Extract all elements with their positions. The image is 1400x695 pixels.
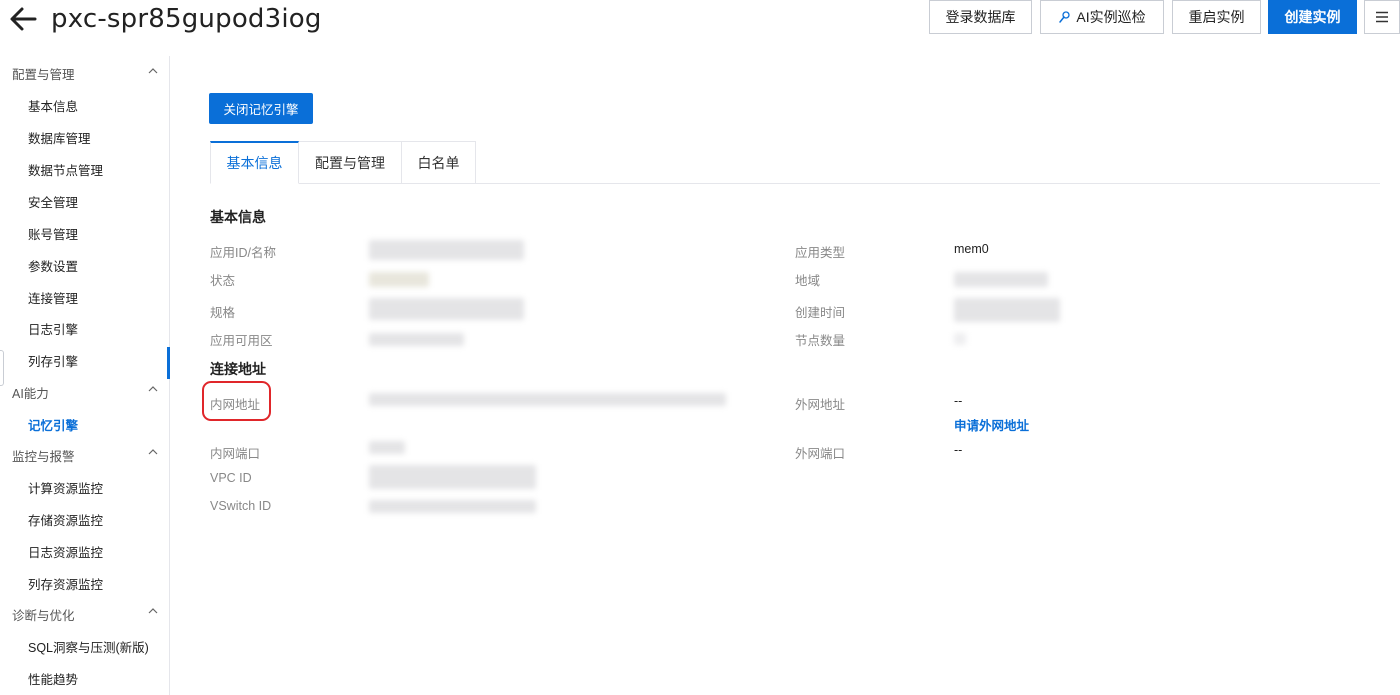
sidebar-item-account-mgmt[interactable]: 账号管理 xyxy=(28,224,78,243)
apply-internet-address-link[interactable]: 申请外网地址 xyxy=(954,415,1029,434)
create-instance-label: 创建实例 xyxy=(1284,9,1341,25)
sidebar-item-params[interactable]: 参数设置 xyxy=(28,256,78,275)
region-label: 地域 xyxy=(795,274,821,288)
internet-address-label: 外网地址 xyxy=(795,398,846,412)
tab-whitelist-label: 白名单 xyxy=(417,154,460,171)
sidebar-item-database-mgmt[interactable]: 数据库管理 xyxy=(28,128,91,147)
app-id-value-redacted xyxy=(369,240,524,260)
sidebar-item-security-mgmt[interactable]: 安全管理 xyxy=(28,192,78,211)
sidebar-group-config[interactable]: 配置与管理 xyxy=(12,64,75,83)
hamburger-icon xyxy=(1376,11,1388,23)
vpc-id-value-redacted xyxy=(369,465,536,489)
menu-button[interactable] xyxy=(1364,0,1400,34)
tab-divider xyxy=(476,183,1380,184)
region-value-redacted xyxy=(954,272,1048,287)
spec-label: 规格 xyxy=(210,306,236,320)
intranet-port-value-redacted xyxy=(369,441,405,454)
internet-address-value: -- xyxy=(954,394,963,408)
tab-basic-info-label: 基本信息 xyxy=(226,155,283,171)
tab-basic-info[interactable]: 基本信息 xyxy=(210,141,299,184)
app-type-value: mem0 xyxy=(954,242,989,256)
sidebar-item-compute-monitor[interactable]: 计算资源监控 xyxy=(28,478,103,497)
back-arrow-icon[interactable] xyxy=(8,2,38,34)
sidebar-item-columnar-engine[interactable]: 列存引擎 xyxy=(28,351,78,370)
node-count-label: 节点数量 xyxy=(795,334,846,348)
sidebar-item-log-engine[interactable]: 日志引擎 xyxy=(28,319,78,338)
created-time-value-redacted xyxy=(954,298,1060,322)
sidebar-item-columnar-monitor[interactable]: 列存资源监控 xyxy=(28,574,103,593)
intranet-address-value-redacted xyxy=(369,393,726,406)
sidebar-item-basic-info[interactable]: 基本信息 xyxy=(28,96,78,115)
page-header: pxc-spr85gupod3iog 登录数据库 AI实例巡检 重启实例 创建实… xyxy=(0,0,1400,40)
sidebar-item-log-monitor[interactable]: 日志资源监控 xyxy=(28,542,103,561)
sidebar-item-perf-trend[interactable]: 性能趋势 xyxy=(28,669,78,688)
vpc-id-label: VPC ID xyxy=(210,471,252,485)
vswitch-id-value-redacted xyxy=(369,500,536,513)
sidebar-item-memory-engine[interactable]: 记忆引擎 xyxy=(28,415,78,434)
sidebar-group-monitoring[interactable]: 监控与报警 xyxy=(12,446,75,465)
restart-instance-label: 重启实例 xyxy=(1188,9,1245,25)
sidebar-active-indicator xyxy=(167,347,170,379)
tab-bar: 基本信息 配置与管理 白名单 xyxy=(210,141,476,184)
intranet-port-label: 内网端口 xyxy=(210,447,261,461)
restart-instance-button[interactable]: 重启实例 xyxy=(1172,0,1261,34)
login-database-button[interactable]: 登录数据库 xyxy=(929,0,1032,34)
basic-info-title: 基本信息 xyxy=(210,209,266,225)
sidebar-item-connection-mgmt[interactable]: 连接管理 xyxy=(28,288,78,307)
sidebar-item-data-node-mgmt[interactable]: 数据节点管理 xyxy=(28,160,103,179)
chevron-up-icon[interactable] xyxy=(147,65,159,77)
sidebar-group-ai[interactable]: AI能力 xyxy=(12,383,49,402)
zone-label: 应用可用区 xyxy=(210,334,273,348)
sidebar: 配置与管理 基本信息 数据库管理 数据节点管理 安全管理 账号管理 参数设置 连… xyxy=(0,56,170,695)
app-id-label: 应用ID/名称 xyxy=(210,246,276,260)
chevron-up-icon[interactable] xyxy=(147,605,159,617)
spec-value-redacted xyxy=(369,298,524,320)
sidebar-collapse-handle[interactable] xyxy=(0,350,4,386)
wrench-icon xyxy=(1058,10,1072,24)
page-title: pxc-spr85gupod3iog xyxy=(51,4,322,34)
zone-value-redacted xyxy=(369,333,464,346)
ai-inspect-label: AI实例巡检 xyxy=(1076,9,1146,25)
tab-config-mgmt[interactable]: 配置与管理 xyxy=(299,141,402,184)
internet-port-label: 外网端口 xyxy=(795,447,846,461)
sidebar-item-sql-insight[interactable]: SQL洞察与压测(新版) xyxy=(28,637,149,656)
internet-port-value: -- xyxy=(954,443,963,457)
status-label: 状态 xyxy=(210,274,236,288)
chevron-up-icon[interactable] xyxy=(147,383,159,395)
highlight-ring xyxy=(202,381,271,421)
status-value-redacted xyxy=(369,272,429,287)
chevron-up-icon[interactable] xyxy=(147,446,159,458)
close-memory-engine-button[interactable]: 关闭记忆引擎 xyxy=(209,93,313,124)
created-time-label: 创建时间 xyxy=(795,306,846,320)
app-type-label: 应用类型 xyxy=(795,246,846,260)
node-count-value-redacted xyxy=(954,333,966,345)
ai-inspect-button[interactable]: AI实例巡检 xyxy=(1040,0,1164,34)
close-memory-engine-label: 关闭记忆引擎 xyxy=(223,103,299,117)
create-instance-button[interactable]: 创建实例 xyxy=(1268,0,1357,34)
login-database-label: 登录数据库 xyxy=(945,9,1016,25)
vswitch-id-label: VSwitch ID xyxy=(210,499,272,513)
sidebar-item-storage-monitor[interactable]: 存储资源监控 xyxy=(28,510,103,529)
connection-title: 连接地址 xyxy=(210,361,266,377)
tab-whitelist[interactable]: 白名单 xyxy=(402,141,476,184)
tab-config-mgmt-label: 配置与管理 xyxy=(315,154,385,171)
sidebar-group-diagnosis[interactable]: 诊断与优化 xyxy=(12,605,75,624)
